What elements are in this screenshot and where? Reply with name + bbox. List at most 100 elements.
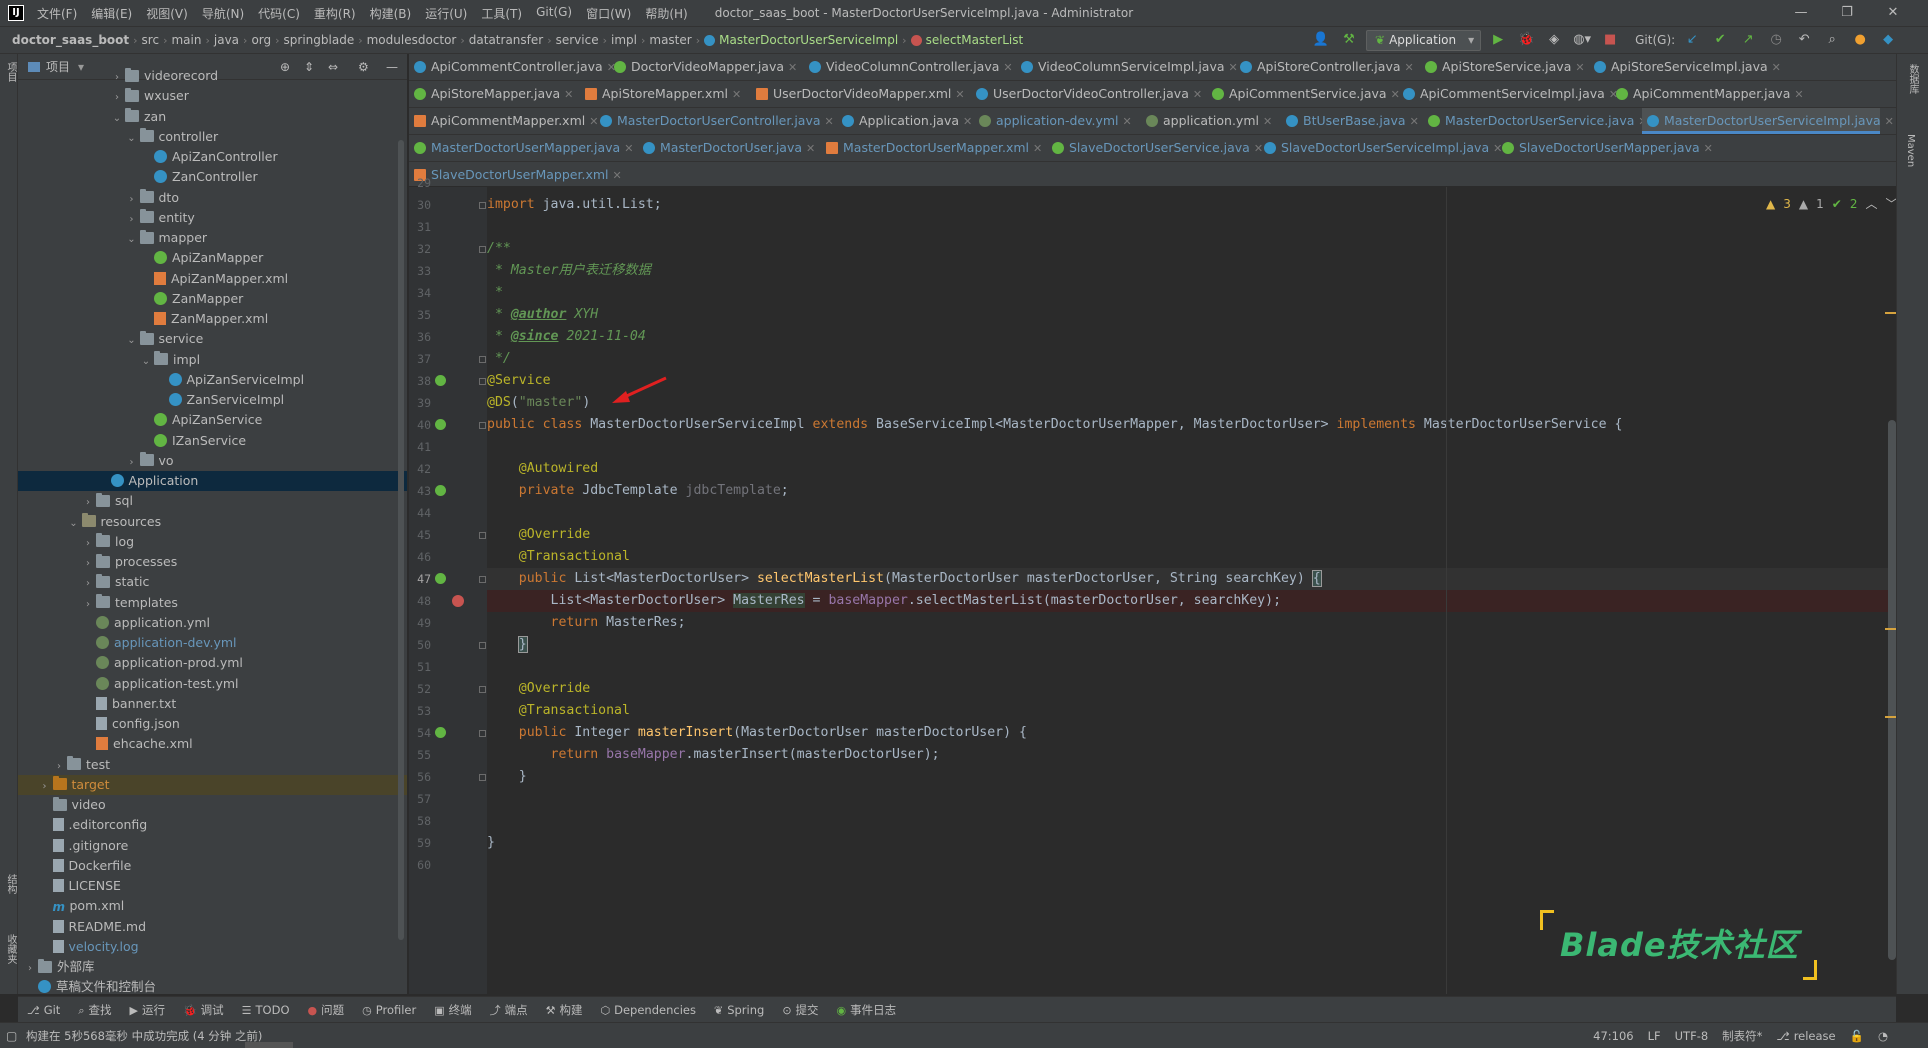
editor-tab[interactable]: ApiStoreService.java ✕ — [1420, 54, 1589, 80]
bottom-tool-button[interactable]: ▶ 运行 — [120, 1002, 173, 1018]
editor-tab[interactable]: ApiCommentMapper.xml ✕ — [409, 108, 598, 134]
chevron-down-icon[interactable]: ⌄ — [111, 109, 123, 129]
code-line[interactable]: * @since 2021-11-04 — [487, 326, 1896, 348]
menu-item[interactable]: 文件(F) — [30, 5, 84, 22]
user-icon[interactable]: 👤▾ — [1310, 29, 1332, 69]
editor-tab[interactable]: ApiCommentController.java ✕ — [409, 54, 616, 80]
code-line[interactable] — [487, 502, 1896, 524]
tree-item[interactable]: ApiZanMapper.xml — [18, 269, 407, 289]
fold-marker-icon[interactable] — [479, 774, 486, 781]
code-line[interactable]: */ — [487, 348, 1896, 370]
chevron-right-icon[interactable]: › — [53, 757, 65, 777]
tree-item[interactable]: ⌄ resources — [18, 512, 407, 532]
breadcrumb-item[interactable]: springblade — [280, 33, 359, 47]
editor-tab[interactable]: application.yml ✕ — [1141, 108, 1281, 134]
close-tab-icon[interactable]: ✕ — [1575, 61, 1584, 74]
code-editor[interactable]: import java.util.List; /** * Master用户表迁移数… — [487, 187, 1896, 994]
coverage-icon[interactable]: ◈ — [1543, 29, 1565, 51]
git-commit-icon[interactable]: ✔ — [1709, 29, 1731, 51]
tree-item[interactable]: › target — [18, 774, 407, 795]
tree-item[interactable]: README.md — [18, 917, 407, 937]
menu-item[interactable]: 代码(C) — [251, 5, 307, 22]
chevron-down-icon[interactable]: ⌄ — [126, 331, 138, 351]
menu-item[interactable]: 视图(V) — [139, 5, 195, 22]
menu-item[interactable]: Git(G) — [529, 5, 579, 22]
tree-item[interactable]: › entity — [18, 208, 407, 230]
menu-item[interactable]: 帮助(H) — [638, 5, 694, 22]
code-line[interactable]: @Transactional — [487, 700, 1896, 722]
fold-marker-icon[interactable] — [479, 642, 486, 649]
breadcrumb-item[interactable]: doctor_saas_boot — [8, 33, 133, 47]
menu-item[interactable]: 导航(N) — [195, 5, 251, 22]
bottom-tool-button[interactable]: ⚒ 构建 — [537, 1002, 592, 1018]
tree-item[interactable]: .editorconfig — [18, 815, 407, 835]
tree-item[interactable]: › videorecord — [18, 66, 407, 88]
tree-item[interactable]: ZanServiceImpl — [18, 390, 407, 410]
editor-tab[interactable]: application-dev.yml ✕ — [974, 108, 1141, 134]
editor-tab[interactable]: UserDoctorVideoController.java ✕ — [971, 81, 1207, 107]
editor-tab[interactable]: SlaveDoctorUserMapper.xml ✕ — [409, 162, 622, 188]
editor-tab[interactable]: DoctorVideoMapper.java ✕ — [609, 54, 804, 80]
editor-tab[interactable]: MasterDoctorUserService.java✕ — [1423, 108, 1648, 134]
breadcrumb-item[interactable]: MasterDoctorUserServiceImpl — [715, 33, 902, 47]
tree-item[interactable]: ⌄ service — [18, 329, 407, 351]
spring-bean-icon[interactable] — [435, 375, 446, 386]
layout-toggle-icon[interactable]: ▢ — [6, 1029, 17, 1043]
chevron-right-icon[interactable]: › — [82, 554, 94, 574]
menu-item[interactable]: 构建(B) — [363, 5, 419, 22]
breadcrumb-item[interactable]: service — [552, 33, 603, 47]
editor-tab[interactable]: SlaveDoctorUserServiceImpl.java ✕ — [1259, 135, 1502, 161]
editor-tab[interactable]: SlaveDoctorUserMapper.java ✕ — [1497, 135, 1713, 161]
bottom-tool-button[interactable]: ⎇ Git — [18, 1003, 69, 1017]
menu-item[interactable]: 运行(U) — [418, 5, 474, 22]
favorites-tool-tab[interactable]: 收藏夹 — [3, 934, 18, 964]
git-history-icon[interactable]: ◷ — [1765, 29, 1787, 51]
line-separator[interactable]: LF — [1648, 1029, 1661, 1043]
close-tab-icon[interactable]: ✕ — [1772, 61, 1781, 74]
code-line[interactable]: * Master用户表迁移数据 — [487, 260, 1896, 282]
code-line[interactable]: } — [487, 634, 1896, 656]
chevron-down-icon[interactable]: ⌄ — [126, 129, 138, 149]
tree-item[interactable]: banner.txt — [18, 694, 407, 714]
caret-position[interactable]: 47:106 — [1593, 1029, 1633, 1043]
bottom-tool-button[interactable]: ● 问题 — [299, 1002, 354, 1018]
chevron-down-icon[interactable]: ⌄ — [126, 230, 138, 250]
lock-icon[interactable]: 🔓 — [1850, 1029, 1864, 1043]
close-tab-icon[interactable]: ✕ — [1123, 115, 1132, 128]
tree-item[interactable]: ApiZanServiceImpl — [18, 370, 407, 390]
code-line[interactable]: public List<MasterDoctorUser> selectMast… — [487, 568, 1896, 590]
code-line[interactable]: @Service — [487, 370, 1896, 392]
tree-item[interactable]: › log — [18, 532, 407, 552]
breadcrumb-item[interactable]: impl — [607, 33, 641, 47]
tree-item[interactable]: › wxuser — [18, 86, 407, 106]
memory-indicator-icon[interactable]: ◔ — [1878, 1029, 1888, 1043]
tree-item[interactable]: LICENSE — [18, 876, 407, 896]
breakpoint-icon[interactable] — [452, 595, 464, 607]
close-tab-icon[interactable]: ✕ — [963, 115, 972, 128]
project-tool-tab[interactable]: 项目 — [3, 62, 18, 82]
git-update-icon[interactable]: ↙ — [1681, 29, 1703, 51]
jetbrains-icon[interactable]: ◆ — [1877, 29, 1899, 51]
chevron-right-icon[interactable]: › — [126, 453, 138, 473]
chevron-right-icon[interactable]: › — [111, 68, 123, 88]
code-line[interactable]: /** — [487, 238, 1896, 260]
tree-item[interactable]: IZanService — [18, 431, 407, 451]
close-tab-icon[interactable]: ✕ — [613, 169, 622, 182]
breadcrumb-item[interactable]: selectMasterList — [922, 33, 1028, 47]
editor-tab[interactable]: ApiStoreServiceImpl.java ✕ — [1589, 54, 1781, 80]
code-line[interactable]: import java.util.List; — [487, 194, 1896, 216]
close-tab-icon[interactable]: ✕ — [806, 142, 815, 155]
tree-item[interactable]: 草稿文件和控制台 — [18, 977, 407, 994]
tree-item[interactable]: › vo — [18, 451, 407, 473]
code-line[interactable] — [487, 656, 1896, 678]
fold-marker-icon[interactable] — [479, 532, 486, 539]
bottom-tool-button[interactable]: ◉ 事件日志 — [828, 1002, 906, 1018]
spring-bean-icon[interactable] — [435, 419, 446, 430]
breadcrumb-item[interactable]: org — [247, 33, 275, 47]
editor-tab[interactable]: VideoColumnController.java ✕ — [804, 54, 1016, 80]
chevron-right-icon[interactable]: › — [126, 210, 138, 230]
close-tab-icon[interactable]: ✕ — [1885, 115, 1894, 128]
code-line[interactable]: @Override — [487, 524, 1896, 546]
rollback-icon[interactable]: ↶ — [1793, 29, 1815, 51]
editor-tab[interactable]: MasterDoctorUserMapper.java ✕ — [409, 135, 638, 161]
